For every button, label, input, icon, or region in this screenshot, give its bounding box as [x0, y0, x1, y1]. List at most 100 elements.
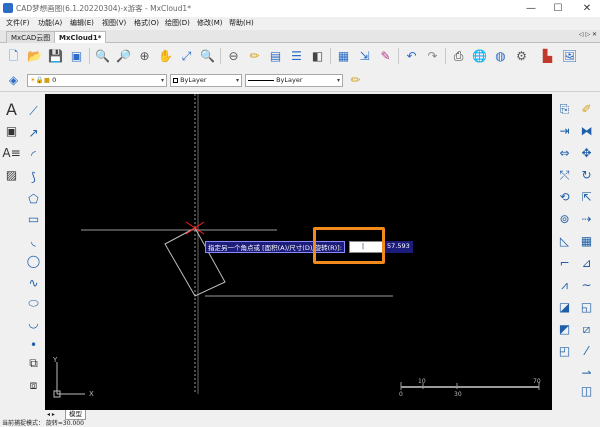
undo-icon[interactable]: ↶ [402, 47, 421, 66]
web-icon[interactable]: ◍ [491, 47, 510, 66]
array-icon[interactable]: ⊚ [555, 210, 574, 229]
menu-view[interactable]: 视图(V) [102, 18, 126, 28]
fillet-icon[interactable]: ⌐ [555, 254, 574, 273]
hatch-icon[interactable]: ▨ [2, 166, 21, 185]
redo-icon[interactable]: ↷ [423, 47, 442, 66]
image-insert-icon[interactable]: ▣ [2, 122, 21, 141]
group-icon[interactable]: ◩ [555, 320, 574, 339]
copy-icon[interactable]: ⎘ [555, 100, 574, 119]
minimize-button[interactable]: — [520, 0, 542, 17]
table-icon[interactable]: ☰ [287, 47, 306, 66]
zoom-in-icon[interactable]: ⊕ [135, 47, 154, 66]
line-icon[interactable]: ⟋ [24, 102, 43, 121]
linetype-sample [248, 79, 274, 81]
polygon-icon[interactable]: ⬠ [24, 190, 43, 209]
zoom-out-icon[interactable]: ⊖ [224, 47, 243, 66]
rotate-icon[interactable]: ↻ [577, 166, 596, 185]
ellipse-arc-icon[interactable]: ◡ [24, 314, 43, 333]
stretch-icon[interactable]: ⇥ [555, 122, 574, 141]
highlight-box [313, 227, 385, 264]
dynamic-value-display: 57.593 [385, 241, 413, 253]
dim-aligned-icon[interactable]: ⩘ [555, 276, 574, 295]
layer-manager-icon[interactable]: ▦ [334, 47, 353, 66]
ellipse-icon[interactable]: ⬭ [24, 294, 43, 313]
dim-linear-icon[interactable]: ⊿ [577, 254, 596, 273]
break-icon[interactable]: ⇔ [555, 144, 574, 163]
save-as-icon[interactable]: ▣ [67, 47, 86, 66]
pan-hand-icon[interactable]: ✋ [156, 47, 175, 66]
move-icon[interactable]: ✥ [577, 144, 596, 163]
pdf-icon[interactable]: ▙ [538, 47, 557, 66]
explode-icon[interactable]: ◪ [555, 298, 574, 317]
offset-icon[interactable]: ⟲ [555, 188, 574, 207]
drawing-canvas[interactable]: Y X 0 10 30 70 指定另一个角点或 [面积(A)/尺寸(D)/旋转(… [45, 94, 552, 410]
polyline-icon[interactable]: ⟆ [24, 168, 43, 187]
insert-block-icon[interactable]: ⧉ [24, 354, 43, 373]
tab-model[interactable]: 模型 [65, 410, 86, 420]
chamfer-icon[interactable]: ◺ [555, 232, 574, 251]
match-properties-icon[interactable]: ⇲ [355, 47, 374, 66]
menu-help[interactable]: 帮助(H) [229, 18, 254, 28]
scale-icon[interactable]: ⇱ [577, 188, 596, 207]
menu-draw[interactable]: 绘图(D) [165, 18, 190, 28]
new-file-icon[interactable]: 🗋 [4, 47, 23, 66]
mirror-icon[interactable]: ⧓ [577, 122, 596, 141]
tab-mxcad-cloud[interactable]: MxCAD云图 [6, 31, 56, 43]
toolbar-separator [398, 48, 399, 64]
arc-icon[interactable]: ◜ [24, 146, 43, 165]
pencil-icon[interactable]: ✏ [346, 71, 365, 90]
trim-icon[interactable]: ⤲ [555, 166, 574, 185]
ray-icon[interactable]: ↗ [24, 124, 43, 143]
open-folder-icon[interactable]: 📂 [25, 47, 44, 66]
rectangle-icon[interactable]: ▭ [24, 210, 43, 229]
dim-continue-icon[interactable]: ⧄ [577, 320, 596, 339]
text-icon[interactable]: A [2, 100, 21, 119]
color-dropdown[interactable]: ByLayer ▾ [170, 74, 242, 87]
menu-function[interactable]: 功能(A) [38, 18, 62, 28]
layer-dropdown[interactable]: ☀🔒■ 0 ▾ [27, 74, 167, 87]
scale-label-0: 0 [399, 391, 403, 398]
pencil-icon[interactable]: ✏ [245, 47, 264, 66]
settings-icon[interactable]: ⚙ [512, 47, 531, 66]
maximize-button[interactable]: ☐ [547, 0, 569, 17]
globe-icon[interactable]: 🌐 [470, 47, 489, 66]
measure-icon[interactable]: ⇀ [577, 364, 596, 383]
color-swatch [173, 77, 178, 83]
zoom-window-icon[interactable]: 🔍 [93, 47, 112, 66]
tab-mxcloud1[interactable]: MxCloud1* [54, 31, 107, 43]
properties-icon[interactable]: ▤ [266, 47, 285, 66]
paint-icon[interactable]: ✎ [376, 47, 395, 66]
block-icon[interactable]: ◧ [308, 47, 327, 66]
close-button[interactable]: ✕ [576, 0, 598, 17]
extend-icon[interactable]: ⇢ [577, 210, 596, 229]
tab-nav-controls[interactable]: ◁ ▷ ✕ [579, 31, 597, 38]
join-icon[interactable]: ◱ [577, 298, 596, 317]
menu-modify[interactable]: 修改(M) [197, 18, 223, 28]
menu-format[interactable]: 格式(O) [134, 18, 159, 28]
linetype-dropdown[interactable]: ByLayer ▾ [245, 74, 343, 87]
curve-icon[interactable]: ∼ [577, 276, 596, 295]
image-icon[interactable]: 🖼 [560, 47, 579, 66]
grid-icon[interactable]: ▦ [577, 232, 596, 251]
arc-3pt-icon[interactable]: ◟ [24, 232, 43, 251]
menu-edit[interactable]: 编辑(E) [70, 18, 94, 28]
print-icon[interactable]: ⎙ [449, 47, 468, 66]
save-icon[interactable]: 💾 [46, 47, 65, 66]
cube-icon[interactable]: ◫ [577, 382, 596, 401]
make-block-icon[interactable]: ⧈ [24, 376, 43, 395]
toolbar-separator [445, 48, 446, 64]
zoom-extents-icon[interactable]: ⤢ [177, 47, 196, 66]
title-bar: CAD梦想画图(6.1.20220304)-x游客 - MxCloud1* — … [0, 0, 600, 17]
zoom-previous-icon[interactable]: 🔍 [198, 47, 217, 66]
mtext-icon[interactable]: A≡ [2, 144, 21, 163]
leader-icon[interactable]: ⁄ [577, 342, 596, 361]
layout-nav-arrows[interactable]: ◂ ▸ [47, 411, 55, 418]
layers-icon[interactable]: ◈ [4, 71, 23, 90]
draw-order-icon[interactable]: ◰ [555, 342, 574, 361]
erase-icon[interactable]: ✐ [577, 100, 596, 119]
circle-icon[interactable]: ◯ [24, 252, 43, 271]
spline-icon[interactable]: ∿ [24, 274, 43, 293]
menu-file[interactable]: 文件(F) [6, 18, 30, 28]
zoom-realtime-icon[interactable]: 🔎 [114, 47, 133, 66]
point-icon[interactable]: • [24, 336, 43, 355]
